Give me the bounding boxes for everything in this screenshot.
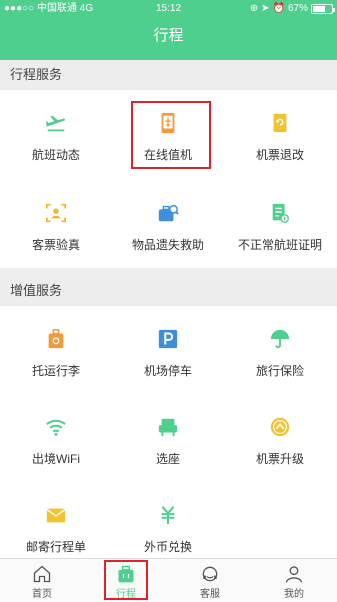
seat-icon xyxy=(158,418,178,437)
mail-icon xyxy=(46,508,66,523)
service-label: 外币兑换 xyxy=(143,540,192,554)
service-label: 选座 xyxy=(155,452,180,466)
rotation-lock-icon: ⊕ xyxy=(249,3,259,14)
status-bar: ●●●○○ 中国联通 4G 15:12 ⊕ ➤ ⏰ 67% xyxy=(0,0,337,18)
service-ticket-upgrade[interactable]: 机票升级 xyxy=(224,394,336,482)
value-services-grid: 托运行李 机场停车 旅行保险 出境WiFi 选座 机票升级 邮寄行程单 外币兑换 xyxy=(0,306,337,558)
service-label: 出境WiFi xyxy=(32,452,80,466)
section-header-value-services: 增值服务 xyxy=(0,276,337,306)
service-lost-items[interactable]: 物品遗失救助 xyxy=(112,180,224,268)
battery-icon xyxy=(311,4,335,14)
id-verify-icon xyxy=(45,203,67,223)
service-label: 邮寄行程单 xyxy=(25,540,86,554)
location-icon: ➤ xyxy=(261,3,270,14)
service-label: 航班动态 xyxy=(31,148,80,162)
service-flight-certificate[interactable]: 不正常航班证明 xyxy=(224,180,336,268)
bottom-tab-bar: 首页 行程 客服 我的 xyxy=(0,558,337,602)
service-travel-insurance[interactable]: 旅行保险 xyxy=(224,306,336,394)
battery-percent: 67% xyxy=(287,3,308,14)
service-ticket-refund[interactable]: 机票退改 xyxy=(224,90,336,178)
tab-label: 首页 xyxy=(32,589,52,600)
service-label: 客票验真 xyxy=(31,238,80,252)
highlight-box-checkin xyxy=(131,101,211,169)
service-label: 物品遗失救助 xyxy=(131,238,204,252)
service-label: 机票退改 xyxy=(255,148,304,162)
user-icon xyxy=(285,566,303,583)
home-icon xyxy=(33,565,51,583)
service-label: 机票升级 xyxy=(255,452,304,466)
tab-home[interactable]: 首页 xyxy=(0,559,84,602)
airplane-icon xyxy=(45,115,66,132)
service-label: 托运行李 xyxy=(31,364,80,378)
status-right: ⊕ ➤ ⏰ 67% xyxy=(249,0,335,18)
service-flight-status[interactable]: 航班动态 xyxy=(0,90,112,178)
top-bar: ●●●○○ 中国联通 4G 15:12 ⊕ ➤ ⏰ 67% 行程 xyxy=(0,0,337,60)
service-label: 不正常航班证明 xyxy=(237,238,322,252)
wifi-icon xyxy=(46,419,66,436)
service-label: 机场停车 xyxy=(143,364,192,378)
tab-customer-service[interactable]: 客服 xyxy=(168,559,252,602)
service-airport-parking[interactable]: 机场停车 xyxy=(112,306,224,394)
highlight-box-trip-tab xyxy=(104,560,148,600)
headset-icon xyxy=(202,566,218,582)
tab-profile[interactable]: 我的 xyxy=(252,559,336,602)
page-title: 行程 xyxy=(153,27,184,44)
upgrade-icon xyxy=(270,417,290,437)
service-ticket-verify[interactable]: 客票验真 xyxy=(0,180,112,268)
tab-label: 我的 xyxy=(284,589,304,600)
service-seat-selection[interactable]: 选座 xyxy=(112,394,224,482)
tab-label: 客服 xyxy=(200,589,220,600)
service-currency-exchange[interactable]: 外币兑换 xyxy=(112,482,224,570)
service-label: 旅行保险 xyxy=(255,364,304,378)
ticket-refund-icon xyxy=(273,113,287,133)
parking-icon xyxy=(158,329,178,349)
section-header-trip-services: 行程服务 xyxy=(0,60,337,90)
certificate-icon xyxy=(272,203,289,223)
currency-icon xyxy=(161,506,175,525)
alarm-icon: ⏰ xyxy=(272,3,285,14)
service-mail-itinerary[interactable]: 邮寄行程单 xyxy=(0,482,112,570)
service-outbound-wifi[interactable]: 出境WiFi xyxy=(0,394,112,482)
lost-luggage-icon xyxy=(158,204,179,222)
service-checked-luggage[interactable]: 托运行李 xyxy=(0,306,112,394)
luggage-icon xyxy=(48,329,64,349)
umbrella-icon xyxy=(270,329,290,349)
